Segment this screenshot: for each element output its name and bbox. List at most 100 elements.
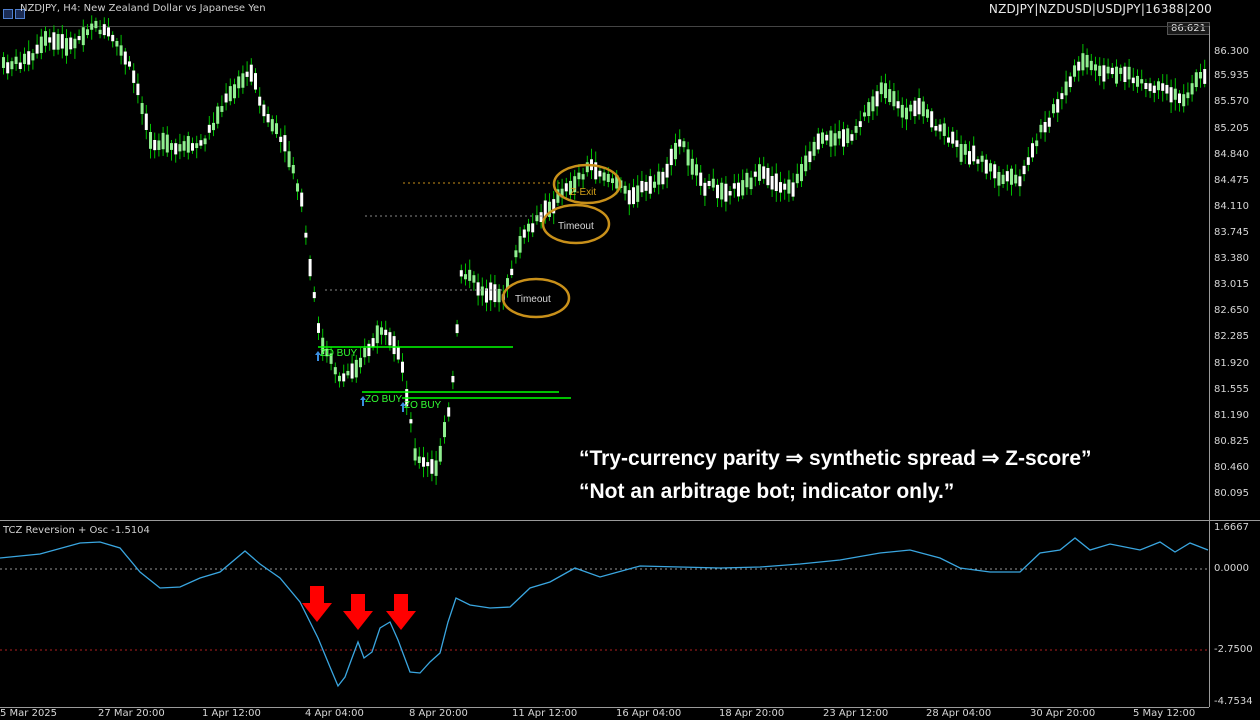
candle-body <box>153 139 157 151</box>
candle-body <box>791 182 795 197</box>
candle-body <box>707 180 711 186</box>
candle-body <box>241 73 245 88</box>
candle-body <box>333 367 337 375</box>
candle-body <box>829 130 833 147</box>
candle-body <box>123 51 127 65</box>
candle-body <box>216 106 220 124</box>
candle-body <box>842 129 845 147</box>
candle-body <box>443 422 446 438</box>
candle-body <box>863 112 866 117</box>
candle-body <box>23 53 26 65</box>
candles-group <box>2 15 1207 485</box>
candle-body <box>170 143 173 150</box>
candle-body <box>191 143 194 151</box>
candle-body <box>1068 76 1072 88</box>
candle-body <box>564 183 568 192</box>
candle-body <box>56 33 60 50</box>
candle-body <box>1060 93 1064 100</box>
candle-body <box>758 164 761 181</box>
candle-body <box>1022 165 1026 175</box>
candle-body <box>686 149 690 166</box>
candle-body <box>640 180 644 193</box>
candle-body <box>48 37 52 43</box>
price-label: 83.745 <box>1214 227 1249 238</box>
chart-window[interactable]: NZDJPY, H4: New Zealand Dollar vs Japane… <box>0 0 1260 720</box>
candle-body <box>1035 140 1039 147</box>
candle-body <box>451 375 455 383</box>
candle-body <box>1089 60 1093 71</box>
time-label: 8 Apr 20:00 <box>409 708 468 719</box>
candle-body <box>115 41 119 47</box>
candle-body <box>627 190 631 205</box>
candle-body <box>350 363 354 379</box>
candle-body <box>312 292 316 299</box>
candle-body <box>296 183 299 192</box>
candle-body <box>800 164 803 182</box>
candle-body <box>963 144 967 155</box>
candle-body <box>598 170 602 177</box>
candle-body <box>989 163 992 172</box>
candle-body <box>237 76 241 89</box>
candle-body <box>1165 84 1169 94</box>
candle-body <box>388 332 392 346</box>
price-label: 81.555 <box>1214 384 1249 395</box>
candle-body <box>1064 81 1068 96</box>
signal-arrow-icon <box>343 594 373 630</box>
candle-body <box>18 62 22 69</box>
candle-body <box>438 445 442 462</box>
candle-body <box>695 164 698 176</box>
candle-body <box>212 122 215 131</box>
price-label: 81.190 <box>1214 410 1249 421</box>
candle-body <box>1199 72 1202 79</box>
candle-body <box>951 131 955 144</box>
timeout-label: Timeout <box>515 294 551 305</box>
candle-body <box>518 236 522 253</box>
candle-body <box>354 359 358 378</box>
candle-body <box>648 176 652 194</box>
candle-body <box>149 132 152 149</box>
candle-body <box>94 20 98 29</box>
price-label: 82.650 <box>1214 305 1249 316</box>
candle-body <box>396 346 400 360</box>
candle-body <box>993 164 997 179</box>
candle-body <box>1178 93 1181 104</box>
time-label: 27 Mar 20:00 <box>98 708 165 719</box>
candle-body <box>304 232 308 238</box>
candle-body <box>1031 143 1034 158</box>
candle-body <box>287 151 291 168</box>
candle-body <box>1043 122 1047 133</box>
chart-canvas[interactable]: Z-Exit Timeout Timeout ZO BUY ZO BUY ZO … <box>0 0 1260 720</box>
candle-body <box>938 124 942 132</box>
candle-body <box>632 187 635 205</box>
candle-body <box>60 34 64 49</box>
candle-body <box>606 173 610 182</box>
candle-body <box>266 114 270 123</box>
oscillator-title: TCZ Reversion + Osc -1.5104 <box>3 525 150 536</box>
candle-body <box>220 106 224 112</box>
candle-body <box>737 182 740 197</box>
candle-body <box>984 159 988 174</box>
candle-body <box>1047 117 1051 127</box>
osc-label: -2.7500 <box>1214 644 1253 655</box>
candle-body <box>199 140 203 146</box>
candle-body <box>854 125 858 133</box>
price-label: 83.380 <box>1214 253 1249 264</box>
candle-body <box>409 419 413 424</box>
candle-body <box>741 180 745 196</box>
candle-body <box>934 125 938 131</box>
candle-body <box>1140 79 1144 84</box>
candle-body <box>144 113 148 130</box>
candle-body <box>762 166 766 179</box>
candle-body <box>976 159 980 164</box>
candle-body <box>165 134 169 153</box>
candle-body <box>867 102 871 117</box>
timeout-label: Timeout <box>558 221 594 232</box>
candle-body <box>636 185 640 202</box>
candle-body <box>753 171 757 177</box>
candle-body <box>279 136 283 142</box>
candle-body <box>489 282 493 301</box>
price-label: 80.825 <box>1214 436 1249 447</box>
candle-body <box>703 182 707 196</box>
candle-body <box>1131 77 1135 84</box>
candle-body <box>371 338 375 348</box>
